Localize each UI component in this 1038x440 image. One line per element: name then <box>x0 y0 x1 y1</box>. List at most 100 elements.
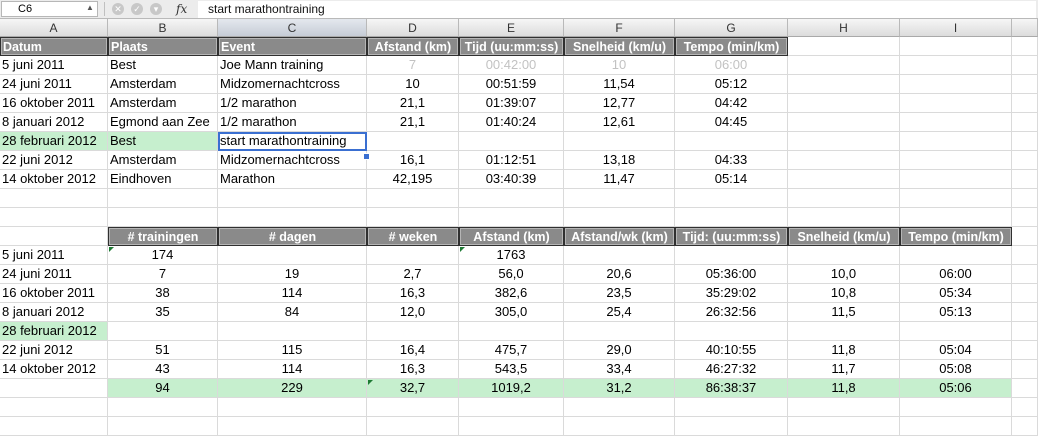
column-header[interactable]: F <box>564 19 675 37</box>
empty-cell[interactable] <box>900 151 1012 170</box>
table2-cell[interactable]: 05:08 <box>900 360 1012 379</box>
table1-cell[interactable]: 04:45 <box>675 113 788 132</box>
empty-cell[interactable] <box>1012 151 1038 170</box>
empty-cell[interactable] <box>218 417 367 436</box>
table2-cell[interactable]: 05:13 <box>900 303 1012 322</box>
table1-cell[interactable]: 11,47 <box>564 170 675 189</box>
empty-cell[interactable] <box>367 417 459 436</box>
table1-cell[interactable]: 16,1 <box>367 151 459 170</box>
empty-cell[interactable] <box>788 208 900 227</box>
table2-cell[interactable]: 11,8 <box>788 341 900 360</box>
table1-cell[interactable]: Best <box>108 132 218 151</box>
column-header[interactable]: E <box>459 19 564 37</box>
empty-cell[interactable] <box>564 417 675 436</box>
table2-cell[interactable]: 10,0 <box>788 265 900 284</box>
table1-cell[interactable]: 00:42:00 <box>459 56 564 75</box>
table2-total-cell[interactable]: 86:38:37 <box>675 379 788 398</box>
table2-cell[interactable]: 25,4 <box>564 303 675 322</box>
table2-cell[interactable]: 29,0 <box>564 341 675 360</box>
table1-cell[interactable]: 01:39:07 <box>459 94 564 113</box>
column-header[interactable]: G <box>675 19 788 37</box>
table2-header[interactable]: Tijd: (uu:mm:ss) <box>675 227 788 246</box>
empty-cell[interactable] <box>788 398 900 417</box>
table1-cell[interactable]: 1/2 marathon <box>218 113 367 132</box>
table1-header[interactable]: Plaats <box>108 37 218 56</box>
table1-cell[interactable]: 8 januari 2012 <box>0 113 108 132</box>
table2-header[interactable]: # trainingen <box>108 227 218 246</box>
table2-cell[interactable]: 11,7 <box>788 360 900 379</box>
table2-cell[interactable]: 20,6 <box>564 265 675 284</box>
name-box[interactable]: C6 <box>1 1 98 17</box>
table1-cell[interactable]: Amsterdam <box>108 94 218 113</box>
empty-cell[interactable] <box>788 189 900 208</box>
table1-header[interactable]: Event <box>218 37 367 56</box>
empty-cell[interactable] <box>1012 246 1038 265</box>
empty-cell[interactable] <box>788 94 900 113</box>
table2-cell[interactable]: 10,8 <box>788 284 900 303</box>
table1-cell[interactable]: 5 juni 2011 <box>0 56 108 75</box>
empty-cell[interactable] <box>788 37 900 56</box>
table2-cell[interactable] <box>564 246 675 265</box>
table2-header[interactable]: Tempo (min/km) <box>900 227 1012 246</box>
table1-cell[interactable] <box>564 132 675 151</box>
table2-cell[interactable]: 05:36:00 <box>675 265 788 284</box>
table2-cell[interactable]: 16,3 <box>367 284 459 303</box>
table1-header[interactable]: Snelheid (km/u) <box>564 37 675 56</box>
table1-cell[interactable]: 42,195 <box>367 170 459 189</box>
table2-cell[interactable]: 14 oktober 2012 <box>0 360 108 379</box>
empty-cell[interactable] <box>1012 265 1038 284</box>
table2-cell[interactable] <box>900 322 1012 341</box>
empty-cell[interactable] <box>900 208 1012 227</box>
empty-cell[interactable] <box>108 398 218 417</box>
empty-cell[interactable] <box>900 417 1012 436</box>
table2-cell[interactable]: 40:10:55 <box>675 341 788 360</box>
table2-cell[interactable] <box>788 322 900 341</box>
empty-cell[interactable] <box>367 398 459 417</box>
table2-cell[interactable]: 23,5 <box>564 284 675 303</box>
table2-cell[interactable] <box>108 322 218 341</box>
empty-cell[interactable] <box>900 189 1012 208</box>
table1-cell[interactable]: 01:40:24 <box>459 113 564 132</box>
empty-cell[interactable] <box>459 417 564 436</box>
table1-header[interactable]: Afstand (km) <box>367 37 459 56</box>
table2-cell[interactable]: 46:27:32 <box>675 360 788 379</box>
table1-cell[interactable]: 24 juni 2011 <box>0 75 108 94</box>
formula-input[interactable]: start marathontraining <box>198 1 1036 18</box>
empty-cell[interactable] <box>218 398 367 417</box>
table2-cell[interactable]: 16,3 <box>367 360 459 379</box>
table2-total-cell[interactable]: 05:06 <box>900 379 1012 398</box>
empty-cell[interactable] <box>788 151 900 170</box>
name-box-stepper-icon[interactable]: ▲ <box>86 2 94 14</box>
table2-cell[interactable]: 56,0 <box>459 265 564 284</box>
empty-cell[interactable] <box>1012 341 1038 360</box>
empty-cell[interactable] <box>788 113 900 132</box>
empty-cell[interactable] <box>564 398 675 417</box>
empty-cell[interactable] <box>675 417 788 436</box>
table1-cell[interactable]: 10 <box>367 75 459 94</box>
empty-cell[interactable] <box>900 113 1012 132</box>
table1-cell[interactable]: 21,1 <box>367 113 459 132</box>
empty-cell[interactable] <box>0 398 108 417</box>
column-header[interactable]: B <box>108 19 218 37</box>
table2-cell[interactable] <box>675 246 788 265</box>
table2-cell[interactable]: 305,0 <box>459 303 564 322</box>
table2-header[interactable]: Snelheid (km/u) <box>788 227 900 246</box>
table2-cell[interactable]: 28 februari 2012 <box>0 322 108 341</box>
table1-cell[interactable]: 05:12 <box>675 75 788 94</box>
table1-cell[interactable]: 21,1 <box>367 94 459 113</box>
table2-cell[interactable] <box>900 246 1012 265</box>
empty-cell[interactable] <box>459 189 564 208</box>
table1-cell[interactable]: 06:00 <box>675 56 788 75</box>
table2-cell[interactable]: 22 juni 2012 <box>0 341 108 360</box>
cancel-icon[interactable]: ✕ <box>112 3 124 15</box>
empty-cell[interactable] <box>108 208 218 227</box>
table1-cell[interactable]: Eindhoven <box>108 170 218 189</box>
table1-cell[interactable]: Midzomernachtcross <box>218 75 367 94</box>
table1-header[interactable]: Datum <box>0 37 108 56</box>
empty-cell[interactable] <box>1012 227 1038 246</box>
fill-handle[interactable] <box>363 153 370 160</box>
empty-cell[interactable] <box>0 189 108 208</box>
empty-cell[interactable] <box>900 75 1012 94</box>
table2-cell[interactable]: 16 oktober 2011 <box>0 284 108 303</box>
table1-cell[interactable] <box>675 132 788 151</box>
